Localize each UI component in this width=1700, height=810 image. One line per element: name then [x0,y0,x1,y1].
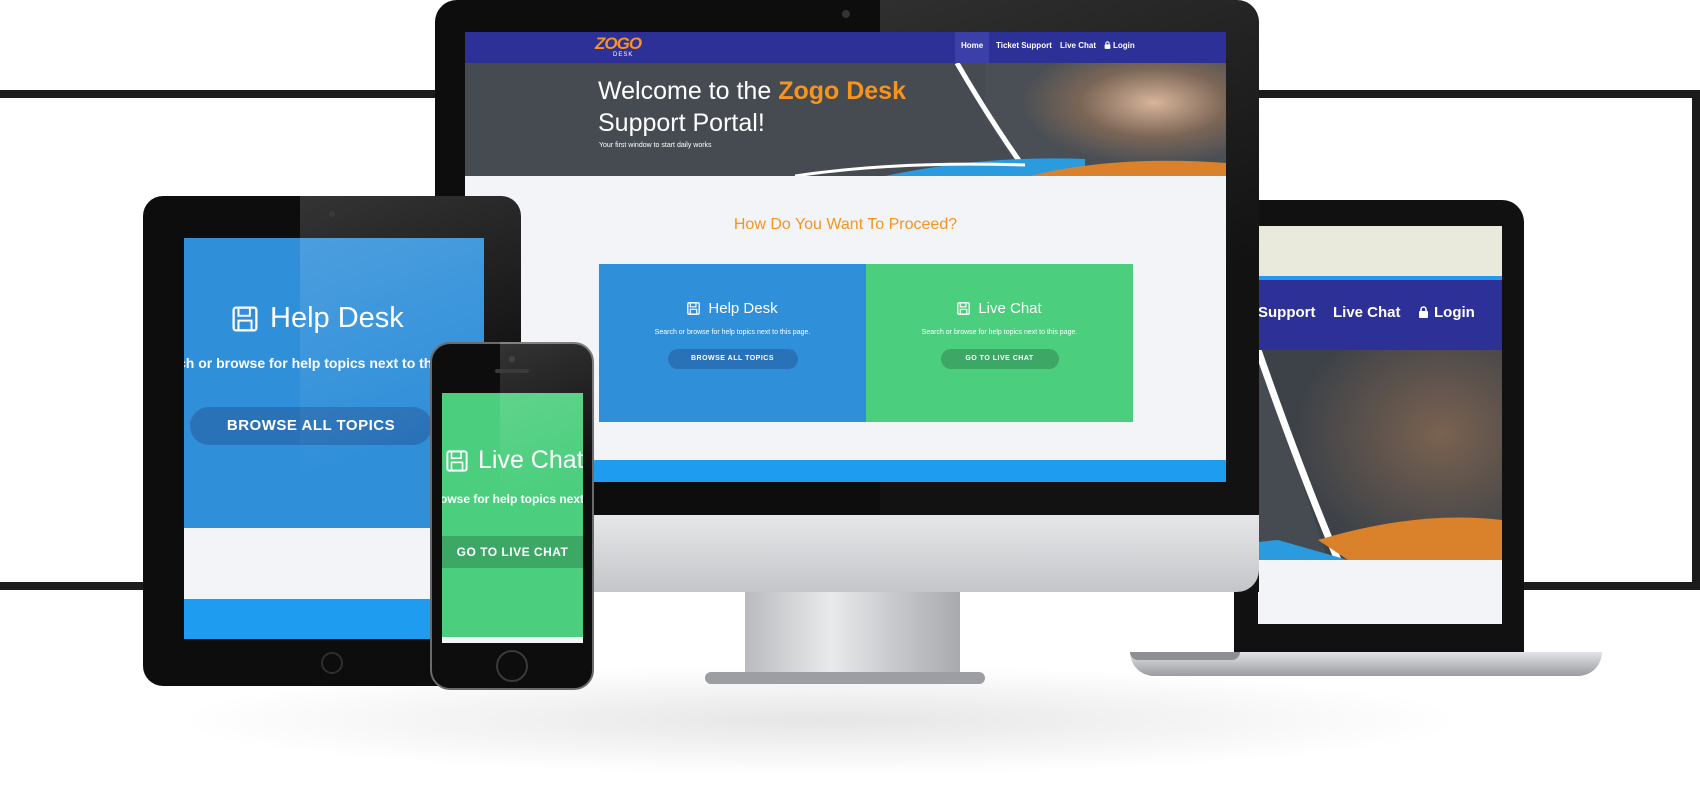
hero-title-prefix: Welcome to the [598,77,772,105]
phone-camera [509,356,515,362]
laptop-screen: Support Live Chat Login [1258,226,1502,624]
laptop-nav-login-label: Login [1434,304,1475,321]
nav-ticket-support[interactable]: Ticket Support [990,32,1058,63]
hero-banner: Welcome to the Zogo Desk Support Portal!… [465,63,1226,176]
tablet-camera [329,211,335,217]
floppy-disk-icon [232,305,258,332]
hero-title-brand: Zogo Desk [778,77,906,105]
nav-login-label: Login [1113,41,1135,50]
browse-all-topics-button[interactable]: BROWSE ALL TOPICS [667,349,798,369]
laptop-nav-login[interactable]: Login [1418,304,1475,321]
monitor-stand-neck [745,592,960,678]
laptop-nav-support[interactable]: Support [1258,304,1316,321]
section-heading: How Do You Want To Proceed? [733,216,958,233]
laptop-notch [1130,652,1240,660]
card-live-chat-desc: Search or browse for help topics next to… [921,329,1078,336]
card-live-chat-title-text: Live Chat [978,300,1042,317]
hero-title-suffix: Support Portal! [598,109,765,137]
brand-logo[interactable]: ZOGO [595,34,642,54]
card-live-chat-title: Live Chat [866,300,1133,317]
laptop-navbar: Support Live Chat Login [1258,280,1502,350]
nav-login[interactable]: Login [1098,32,1141,63]
laptop-nav-live-chat[interactable]: Live Chat [1333,304,1401,321]
card-live-chat: Live Chat Search or browse for help topi… [866,264,1133,422]
tablet-home-button[interactable] [321,652,343,674]
phone-speaker [495,369,529,373]
laptop-hero-image [1258,350,1502,560]
hero-subtitle: Your first window to start daily works [599,142,712,149]
laptop-top-strip [1258,226,1502,276]
lock-icon [1419,306,1428,318]
card-help-desk: Help Desk Search or browse for help topi… [599,264,866,422]
lock-icon [1104,41,1111,49]
phone-gloss [500,342,594,690]
nav-live-chat[interactable]: Live Chat [1054,32,1102,63]
card-help-desk-desc: Search or browse for help topics next to… [654,329,811,336]
floppy-disk-icon [687,302,701,315]
top-navbar: ZOGO DESK Home Ticket Support Live Chat … [465,32,1226,63]
card-help-desk-title: Help Desk [599,300,866,317]
brand-logo-sub: DESK [613,52,634,58]
hero-title: Welcome to the Zogo Desk Support Portal! [598,75,938,139]
card-help-desk-title-text: Help Desk [708,300,778,317]
monitor-camera [842,10,850,18]
floppy-disk-icon [957,302,971,315]
monitor-stand-foot [705,672,985,684]
go-to-live-chat-button[interactable]: GO TO LIVE CHAT [940,349,1059,369]
floppy-disk-icon [446,449,468,472]
phone-home-button[interactable] [496,650,528,682]
laptop-hero-art [1258,350,1502,560]
nav-home[interactable]: Home [955,32,990,63]
